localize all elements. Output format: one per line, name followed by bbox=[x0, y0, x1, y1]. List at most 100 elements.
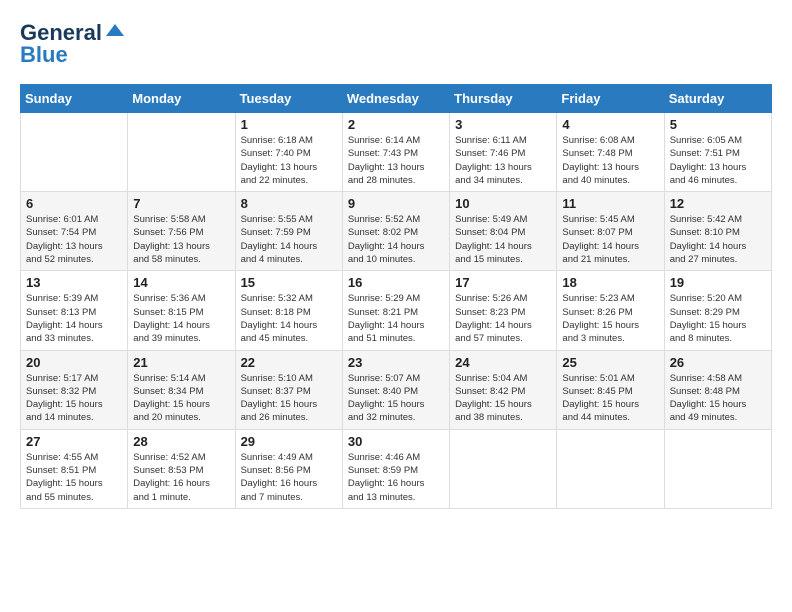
day-number: 15 bbox=[241, 275, 337, 290]
day-info: Sunrise: 5:52 AM Sunset: 8:02 PM Dayligh… bbox=[348, 213, 444, 266]
day-info: Sunrise: 5:20 AM Sunset: 8:29 PM Dayligh… bbox=[670, 292, 766, 345]
day-number: 4 bbox=[562, 117, 658, 132]
calendar-cell bbox=[664, 429, 771, 508]
logo-blue: Blue bbox=[20, 42, 68, 68]
day-number: 13 bbox=[26, 275, 122, 290]
day-number: 12 bbox=[670, 196, 766, 211]
day-number: 22 bbox=[241, 355, 337, 370]
calendar-cell: 23Sunrise: 5:07 AM Sunset: 8:40 PM Dayli… bbox=[342, 350, 449, 429]
logo-icon bbox=[104, 22, 126, 38]
weekday-header-wednesday: Wednesday bbox=[342, 85, 449, 113]
day-number: 19 bbox=[670, 275, 766, 290]
calendar-cell: 28 Sunrise: 4:52 AM Sunset: 8:53 PM Dayli… bbox=[128, 429, 235, 508]
calendar-week-row: 1 Sunrise: 6:18 AM Sunset: 7:40 PM Daylig… bbox=[21, 113, 772, 192]
day-number: 26 bbox=[670, 355, 766, 370]
calendar-cell: 5 Sunrise: 6:05 AM Sunset: 7:51 PM Daylig… bbox=[664, 113, 771, 192]
day-number: 16 bbox=[348, 275, 444, 290]
weekday-header-saturday: Saturday bbox=[664, 85, 771, 113]
day-info: Sunrise: 5:45 AM Sunset: 8:07 PM Dayligh… bbox=[562, 213, 658, 266]
calendar-cell: 22 Sunrise: 5:10 AM Sunset: 8:37 PM Dayli… bbox=[235, 350, 342, 429]
calendar-week-row: 20 Sunrise: 5:17 AM Sunset: 8:32 PM Dayli… bbox=[21, 350, 772, 429]
day-info: Sunrise: 6:11 AM Sunset: 7:46 PM Dayligh… bbox=[455, 134, 551, 187]
calendar-cell: 13 Sunrise: 5:39 AM Sunset: 8:13 PM Dayli… bbox=[21, 271, 128, 350]
weekday-header-tuesday: Tuesday bbox=[235, 85, 342, 113]
day-number: 8 bbox=[241, 196, 337, 211]
calendar-week-row: 6 Sunrise: 6:01 AM Sunset: 7:54 PM Daylig… bbox=[21, 192, 772, 271]
day-number: 9 bbox=[348, 196, 444, 211]
day-info: Sunrise: 6:01 AM Sunset: 7:54 PM Dayligh… bbox=[26, 213, 122, 266]
weekday-header-sunday: Sunday bbox=[21, 85, 128, 113]
calendar-cell bbox=[21, 113, 128, 192]
day-info: Sunrise: 5:04 AM Sunset: 8:42 PM Dayligh… bbox=[455, 372, 551, 425]
day-number: 2 bbox=[348, 117, 444, 132]
calendar-cell: 17 Sunrise: 5:26 AM Sunset: 8:23 PM Dayli… bbox=[450, 271, 557, 350]
calendar-cell bbox=[128, 113, 235, 192]
calendar-table: SundayMondayTuesdayWednesdayThursdayFrid… bbox=[20, 84, 772, 509]
calendar-cell: 4Sunrise: 6:08 AM Sunset: 7:48 PM Daylig… bbox=[557, 113, 664, 192]
calendar-cell: 7 Sunrise: 5:58 AM Sunset: 7:56 PM Daylig… bbox=[128, 192, 235, 271]
logo: General Blue bbox=[20, 20, 126, 68]
day-number: 27 bbox=[26, 434, 122, 449]
calendar-cell: 27 Sunrise: 4:55 AM Sunset: 8:51 PM Dayli… bbox=[21, 429, 128, 508]
calendar-cell: 8 Sunrise: 5:55 AM Sunset: 7:59 PM Daylig… bbox=[235, 192, 342, 271]
calendar-cell: 24Sunrise: 5:04 AM Sunset: 8:42 PM Dayli… bbox=[450, 350, 557, 429]
calendar-cell: 25Sunrise: 5:01 AM Sunset: 8:45 PM Dayli… bbox=[557, 350, 664, 429]
day-number: 5 bbox=[670, 117, 766, 132]
weekday-header-friday: Friday bbox=[557, 85, 664, 113]
calendar-cell: 11 Sunrise: 5:45 AM Sunset: 8:07 PM Dayli… bbox=[557, 192, 664, 271]
day-info: Sunrise: 4:55 AM Sunset: 8:51 PM Dayligh… bbox=[26, 451, 122, 504]
day-number: 30 bbox=[348, 434, 444, 449]
day-info: Sunrise: 6:05 AM Sunset: 7:51 PM Dayligh… bbox=[670, 134, 766, 187]
day-number: 7 bbox=[133, 196, 229, 211]
calendar-cell: 12 Sunrise: 5:42 AM Sunset: 8:10 PM Dayli… bbox=[664, 192, 771, 271]
day-info: Sunrise: 5:29 AM Sunset: 8:21 PM Dayligh… bbox=[348, 292, 444, 345]
day-info: Sunrise: 5:10 AM Sunset: 8:37 PM Dayligh… bbox=[241, 372, 337, 425]
calendar-cell: 29 Sunrise: 4:49 AM Sunset: 8:56 PM Dayli… bbox=[235, 429, 342, 508]
calendar-cell: 10Sunrise: 5:49 AM Sunset: 8:04 PM Dayli… bbox=[450, 192, 557, 271]
calendar-cell bbox=[450, 429, 557, 508]
day-number: 20 bbox=[26, 355, 122, 370]
day-info: Sunrise: 5:26 AM Sunset: 8:23 PM Dayligh… bbox=[455, 292, 551, 345]
calendar-cell: 19 Sunrise: 5:20 AM Sunset: 8:29 PM Dayli… bbox=[664, 271, 771, 350]
day-info: Sunrise: 4:52 AM Sunset: 8:53 PM Dayligh… bbox=[133, 451, 229, 504]
day-number: 3 bbox=[455, 117, 551, 132]
day-info: Sunrise: 5:36 AM Sunset: 8:15 PM Dayligh… bbox=[133, 292, 229, 345]
day-info: Sunrise: 5:58 AM Sunset: 7:56 PM Dayligh… bbox=[133, 213, 229, 266]
calendar-cell: 16 Sunrise: 5:29 AM Sunset: 8:21 PM Dayli… bbox=[342, 271, 449, 350]
day-info: Sunrise: 5:01 AM Sunset: 8:45 PM Dayligh… bbox=[562, 372, 658, 425]
day-info: Sunrise: 5:07 AM Sunset: 8:40 PM Dayligh… bbox=[348, 372, 444, 425]
day-info: Sunrise: 6:18 AM Sunset: 7:40 PM Dayligh… bbox=[241, 134, 337, 187]
calendar-cell: 26 Sunrise: 4:58 AM Sunset: 8:48 PM Dayli… bbox=[664, 350, 771, 429]
day-info: Sunrise: 5:39 AM Sunset: 8:13 PM Dayligh… bbox=[26, 292, 122, 345]
day-info: Sunrise: 5:42 AM Sunset: 8:10 PM Dayligh… bbox=[670, 213, 766, 266]
weekday-header-thursday: Thursday bbox=[450, 85, 557, 113]
calendar-cell: 14 Sunrise: 5:36 AM Sunset: 8:15 PM Dayli… bbox=[128, 271, 235, 350]
day-number: 17 bbox=[455, 275, 551, 290]
day-number: 14 bbox=[133, 275, 229, 290]
calendar-cell: 1 Sunrise: 6:18 AM Sunset: 7:40 PM Daylig… bbox=[235, 113, 342, 192]
calendar-cell: 6 Sunrise: 6:01 AM Sunset: 7:54 PM Daylig… bbox=[21, 192, 128, 271]
day-info: Sunrise: 4:58 AM Sunset: 8:48 PM Dayligh… bbox=[670, 372, 766, 425]
calendar-cell: 3 Sunrise: 6:11 AM Sunset: 7:46 PM Daylig… bbox=[450, 113, 557, 192]
day-number: 18 bbox=[562, 275, 658, 290]
day-info: Sunrise: 4:49 AM Sunset: 8:56 PM Dayligh… bbox=[241, 451, 337, 504]
calendar-cell: 21Sunrise: 5:14 AM Sunset: 8:34 PM Dayli… bbox=[128, 350, 235, 429]
day-number: 6 bbox=[26, 196, 122, 211]
calendar-cell: 2 Sunrise: 6:14 AM Sunset: 7:43 PM Daylig… bbox=[342, 113, 449, 192]
calendar-cell: 9 Sunrise: 5:52 AM Sunset: 8:02 PM Daylig… bbox=[342, 192, 449, 271]
day-info: Sunrise: 5:23 AM Sunset: 8:26 PM Dayligh… bbox=[562, 292, 658, 345]
day-info: Sunrise: 5:17 AM Sunset: 8:32 PM Dayligh… bbox=[26, 372, 122, 425]
calendar-week-row: 27 Sunrise: 4:55 AM Sunset: 8:51 PM Dayli… bbox=[21, 429, 772, 508]
weekday-header-monday: Monday bbox=[128, 85, 235, 113]
calendar-cell: 20 Sunrise: 5:17 AM Sunset: 8:32 PM Dayli… bbox=[21, 350, 128, 429]
day-info: Sunrise: 6:14 AM Sunset: 7:43 PM Dayligh… bbox=[348, 134, 444, 187]
day-info: Sunrise: 5:55 AM Sunset: 7:59 PM Dayligh… bbox=[241, 213, 337, 266]
day-number: 11 bbox=[562, 196, 658, 211]
calendar-cell: 15 Sunrise: 5:32 AM Sunset: 8:18 PM Dayli… bbox=[235, 271, 342, 350]
day-info: Sunrise: 5:32 AM Sunset: 8:18 PM Dayligh… bbox=[241, 292, 337, 345]
calendar-cell: 30Sunrise: 4:46 AM Sunset: 8:59 PM Dayli… bbox=[342, 429, 449, 508]
day-number: 1 bbox=[241, 117, 337, 132]
calendar-cell: 18 Sunrise: 5:23 AM Sunset: 8:26 PM Dayli… bbox=[557, 271, 664, 350]
day-number: 29 bbox=[241, 434, 337, 449]
day-number: 28 bbox=[133, 434, 229, 449]
